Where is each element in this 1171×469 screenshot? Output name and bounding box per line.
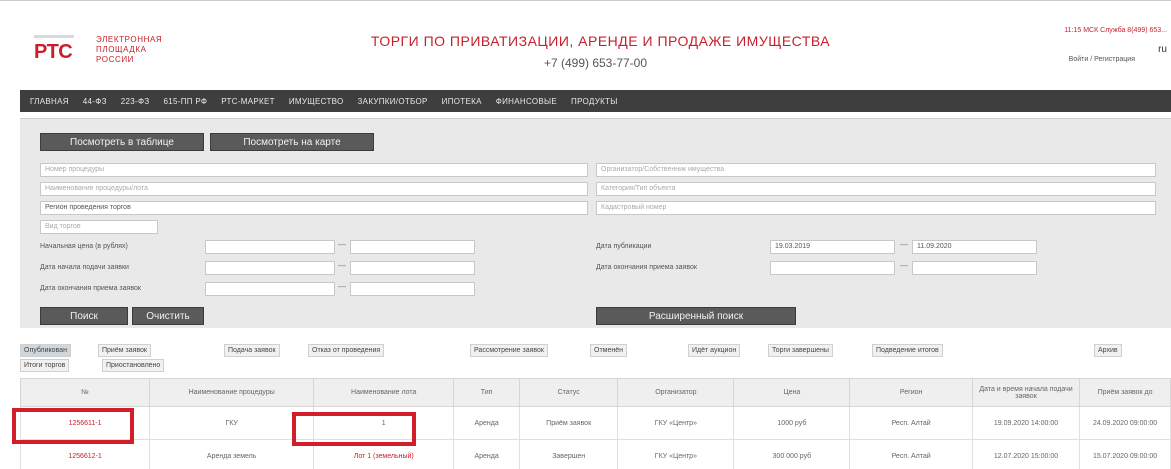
col-header-start-date[interactable]: Дата и время начала подачи заявок: [971, 378, 1081, 407]
procedure-name-field[interactable]: Наименование процедуры/лота: [40, 182, 588, 196]
auction-type-field[interactable]: Вид торгов: [40, 220, 158, 234]
nav-item-procurement[interactable]: ЗАКУПКИ/ОТБОР: [358, 97, 428, 106]
site-header: РТС ЭЛЕКТРОННАЯ ПЛОЩАДКА РОССИИ ТОРГИ ПО…: [0, 0, 1171, 90]
advanced-search-button[interactable]: Расширенный поиск: [596, 307, 796, 325]
col-header-organizer[interactable]: Организатор: [617, 378, 735, 407]
nav-item-mortgage[interactable]: ИПОТЕКА: [442, 97, 482, 106]
apps-end-date-from-field[interactable]: [770, 261, 895, 275]
price-cell: 300 000 руб: [733, 439, 851, 469]
status-tabs: Опубликован Приём заявок Подача заявок О…: [20, 344, 1171, 374]
tab-suspended[interactable]: Приостановлено: [102, 359, 165, 372]
start-date-cell: 12.07.2020 15:00:00: [971, 439, 1081, 469]
login-link[interactable]: Войти / Регистрация: [1069, 56, 1135, 63]
col-header-end-date[interactable]: Приём заявок до: [1079, 378, 1171, 407]
start-date-cell: 19.09.2020 14:00:00: [971, 406, 1081, 440]
main-nav: ГЛАВНАЯ 44-ФЗ 223-ФЗ 615-ПП РФ РТС-МАРКЕ…: [20, 90, 1171, 112]
tab-results[interactable]: Подведение итогов: [872, 344, 943, 357]
clear-button[interactable]: Очистить: [132, 307, 204, 325]
page-title: ТОРГИ ПО ПРИВАТИЗАЦИИ, АРЕНДЕ И ПРОДАЖЕ …: [370, 33, 831, 49]
nav-item-rts-market[interactable]: РТС-МАРКЕТ: [221, 97, 275, 106]
nav-item-615pp[interactable]: 615-ПП РФ: [164, 97, 208, 106]
tab-review[interactable]: Рассмотрение заявок: [470, 344, 548, 357]
col-header-price[interactable]: Цена: [733, 378, 851, 407]
view-table-button[interactable]: Посмотреть в таблице: [40, 133, 204, 151]
tab-auction-running[interactable]: Идёт аукцион: [688, 344, 741, 357]
tab-cancelled-procedure[interactable]: Отказ от проведения: [308, 344, 385, 357]
col-header-lot[interactable]: Наименование лота: [313, 378, 455, 407]
publish-date-label: Дата публикации: [596, 243, 652, 250]
price-cell: 1000 руб: [733, 406, 851, 440]
end-date-from-field[interactable]: [205, 282, 335, 296]
col-header-status[interactable]: Статус: [518, 378, 619, 407]
start-date-to-field[interactable]: [350, 261, 475, 275]
highlight-box-lot-name: [292, 412, 416, 446]
tab-completed[interactable]: Торги завершены: [768, 344, 833, 357]
region-cell: Респ. Алтай: [849, 406, 973, 440]
publish-date-from-field[interactable]: 19.03.2019: [770, 240, 895, 254]
tab-published[interactable]: Опубликован: [20, 344, 71, 357]
cadastral-number-field[interactable]: Кадастровый номер: [596, 201, 1156, 215]
highlight-box-procedure-number: [12, 408, 134, 444]
table-row: 1256612-1 Аренда земель Лот 1 (земельный…: [19, 439, 1171, 469]
organizer-field[interactable]: Организатор/Собственник имущества: [596, 163, 1156, 177]
nav-item-products[interactable]: ПРОДУКТЫ: [571, 97, 618, 106]
publish-date-to-field[interactable]: 11.09.2020: [912, 240, 1037, 254]
start-date-label: Дата начала подачи заявки: [40, 264, 129, 271]
organizer-cell: ГКУ «Центр»: [617, 406, 735, 440]
status-cell: Завершен: [518, 439, 619, 469]
nav-item-223fz[interactable]: 223-ФЗ: [121, 97, 150, 106]
nav-item-44fz[interactable]: 44-ФЗ: [83, 97, 107, 106]
procedure-number-field[interactable]: Номер процедуры: [40, 163, 588, 177]
organizer-cell: ГКУ «Центр»: [617, 439, 735, 469]
nav-item-home[interactable]: ГЛАВНАЯ: [30, 97, 69, 106]
start-date-from-field[interactable]: [205, 261, 335, 275]
end-date-cell: 24.09.2020 09:00:00: [1079, 406, 1171, 440]
price-from-field[interactable]: [205, 240, 335, 254]
table-row: 1256611-1 ГКУ 1 Аренда Приём заявок ГКУ …: [19, 406, 1171, 440]
region-field[interactable]: Регион проведения торгов: [40, 201, 588, 215]
type-cell: Аренда: [453, 406, 520, 440]
price-to-field[interactable]: [350, 240, 475, 254]
type-cell: Аренда: [453, 439, 520, 469]
language-switch[interactable]: ru: [1158, 45, 1167, 55]
status-cell: Приём заявок: [518, 406, 619, 440]
end-date-to-field[interactable]: [350, 282, 475, 296]
category-field[interactable]: Категория/Тип объекта: [596, 182, 1156, 196]
col-header-number[interactable]: №: [19, 378, 151, 407]
end-date-cell: 15.07.2020 09:00:00: [1079, 439, 1171, 469]
procedure-name-cell: ГКУ: [149, 406, 315, 440]
nav-item-property[interactable]: ИМУЩЕСТВО: [289, 97, 344, 106]
col-header-type[interactable]: Тип: [453, 378, 520, 407]
tab-auction-results[interactable]: Итоги торгов: [20, 359, 70, 372]
price-label: Начальная цена (в рублях): [40, 243, 128, 250]
results-table: № Наименование процедуры Наименование ло…: [19, 378, 1171, 469]
tab-accepting[interactable]: Приём заявок: [98, 344, 151, 357]
search-filter-panel: Посмотреть в таблице Посмотреть на карте…: [20, 118, 1171, 328]
apps-end-date-to-field[interactable]: [912, 261, 1037, 275]
table-header-row: № Наименование процедуры Наименование ло…: [19, 378, 1171, 407]
view-map-button[interactable]: Посмотреть на карте: [210, 133, 374, 151]
apps-end-date-label: Дата окончания приема заявок: [596, 264, 697, 271]
col-header-region[interactable]: Регион: [849, 378, 973, 407]
tab-cancelled[interactable]: Отменён: [590, 344, 627, 357]
procedure-name-cell: Аренда земель: [149, 439, 315, 469]
tab-submission[interactable]: Подача заявок: [224, 344, 280, 357]
nav-item-finance[interactable]: ФИНАНСОВЫЕ: [496, 97, 557, 106]
search-button[interactable]: Поиск: [40, 307, 128, 325]
tab-archive[interactable]: Архив: [1094, 344, 1122, 357]
phone-number: +7 (499) 653-77-00: [543, 56, 648, 70]
end-date-label: Дата окончания приема заявок: [40, 285, 141, 292]
header-status: 11:15 МСК Служба 8(499) 653... ru: [1064, 27, 1167, 55]
col-header-procedure[interactable]: Наименование процедуры: [149, 378, 315, 407]
region-cell: Респ. Алтай: [849, 439, 973, 469]
